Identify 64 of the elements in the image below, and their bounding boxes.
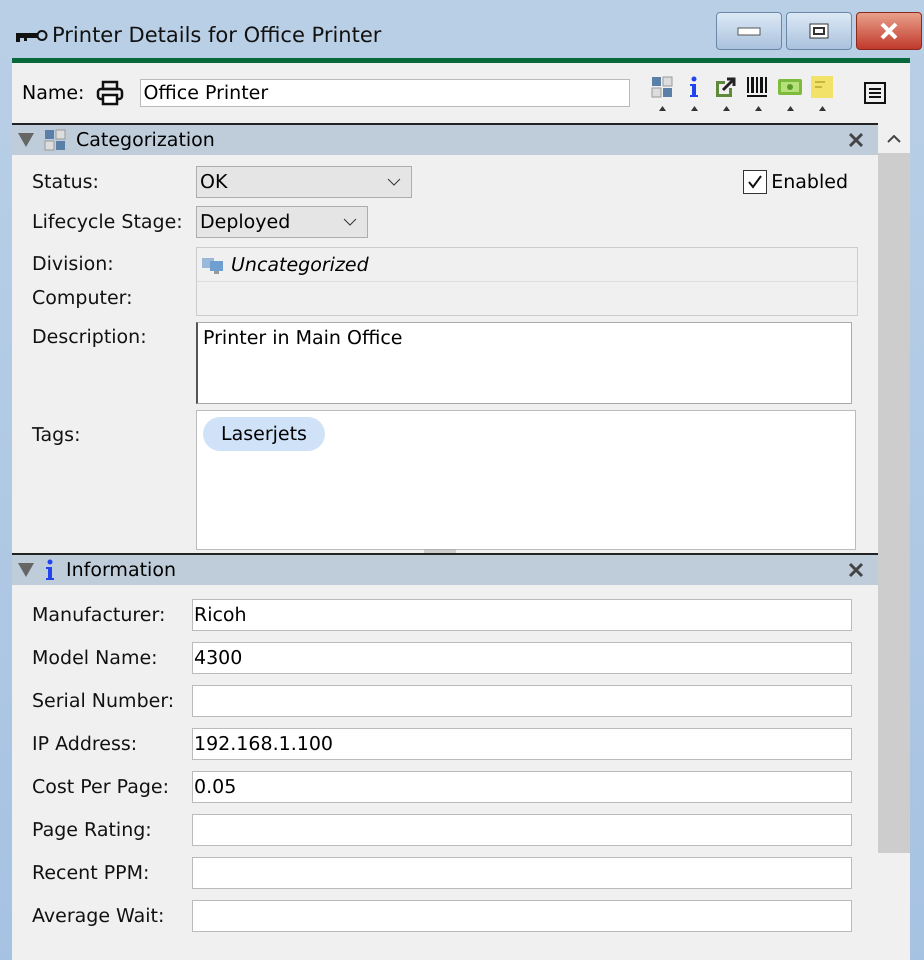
field-label: Page Rating: xyxy=(32,819,153,841)
info-icon xyxy=(44,559,56,581)
field-label: Tags: xyxy=(32,424,82,446)
field-label: Serial Number: xyxy=(32,690,176,712)
text-field[interactable]: 0.05 xyxy=(192,771,852,803)
printer-icon xyxy=(96,80,124,106)
key-icon xyxy=(14,29,48,43)
text-field[interactable] xyxy=(192,814,852,846)
enabled-checkbox[interactable]: Enabled xyxy=(743,170,848,194)
field-label: IP Address: xyxy=(32,733,138,755)
text-field[interactable] xyxy=(192,900,852,932)
text-field[interactable] xyxy=(192,685,852,717)
field-label: Lifecycle Stage: xyxy=(32,211,184,233)
chevron-down-icon xyxy=(387,178,401,186)
external-link-icon[interactable] xyxy=(715,76,738,98)
caret-icon[interactable] xyxy=(818,106,826,110)
minimize-button[interactable] xyxy=(716,12,782,50)
field-label: Computer: xyxy=(32,286,134,311)
name-label: Name: xyxy=(22,82,84,104)
chevron-down-icon xyxy=(343,218,357,226)
section-title: Categorization xyxy=(76,129,215,151)
name-field[interactable]: Office Printer xyxy=(140,79,630,107)
caret-icon[interactable] xyxy=(722,106,730,110)
scroll-up-icon[interactable] xyxy=(887,135,901,143)
tag-chip[interactable]: Laserjets xyxy=(203,417,325,451)
tags-field[interactable]: Laserjets xyxy=(196,410,856,550)
minimize-icon xyxy=(737,26,761,36)
field-label: Description: xyxy=(32,326,148,348)
text-field[interactable]: 192.168.1.100 xyxy=(192,728,852,760)
field-label: Model Name: xyxy=(32,647,159,669)
description-field[interactable]: Printer in Main Office xyxy=(196,322,852,404)
text-field[interactable] xyxy=(192,857,852,889)
text-field[interactable]: 4300 xyxy=(192,642,852,674)
collapse-icon[interactable] xyxy=(18,133,34,147)
grid-icon[interactable] xyxy=(651,76,674,98)
section-header[interactable]: Information xyxy=(12,553,878,585)
lifecycle-dropdown[interactable]: Deployed xyxy=(196,206,368,238)
field-label: Status: xyxy=(32,171,100,193)
section-title: Information xyxy=(66,559,176,581)
close-icon xyxy=(878,22,900,40)
caret-icon[interactable] xyxy=(690,106,698,110)
close-icon[interactable] xyxy=(848,562,864,578)
text-field[interactable]: Ricoh xyxy=(192,599,852,631)
caret-icon[interactable] xyxy=(754,106,762,110)
field-label: Average Wait: xyxy=(32,905,166,927)
maximize-icon xyxy=(808,22,830,40)
close-icon[interactable] xyxy=(848,132,864,148)
info-icon[interactable] xyxy=(688,76,700,98)
status-dropdown[interactable]: OK xyxy=(196,166,412,198)
field-label: Cost Per Page: xyxy=(32,776,170,798)
resize-grip[interactable] xyxy=(424,549,456,553)
close-button[interactable] xyxy=(856,12,922,50)
maximize-button[interactable] xyxy=(786,12,852,50)
window-title: Printer Details for Office Printer xyxy=(52,23,382,47)
field-label: Division: xyxy=(32,252,115,277)
field-label: Manufacturer: xyxy=(32,604,166,626)
field-label: Recent PPM: xyxy=(32,862,150,884)
scrollbar-thumb[interactable] xyxy=(878,153,910,853)
list-icon[interactable] xyxy=(864,82,886,104)
caret-icon[interactable] xyxy=(658,106,666,110)
section-header[interactable]: Categorization xyxy=(12,123,878,155)
grid-icon xyxy=(44,129,66,151)
caret-icon[interactable] xyxy=(786,106,794,110)
collapse-icon[interactable] xyxy=(18,563,34,577)
